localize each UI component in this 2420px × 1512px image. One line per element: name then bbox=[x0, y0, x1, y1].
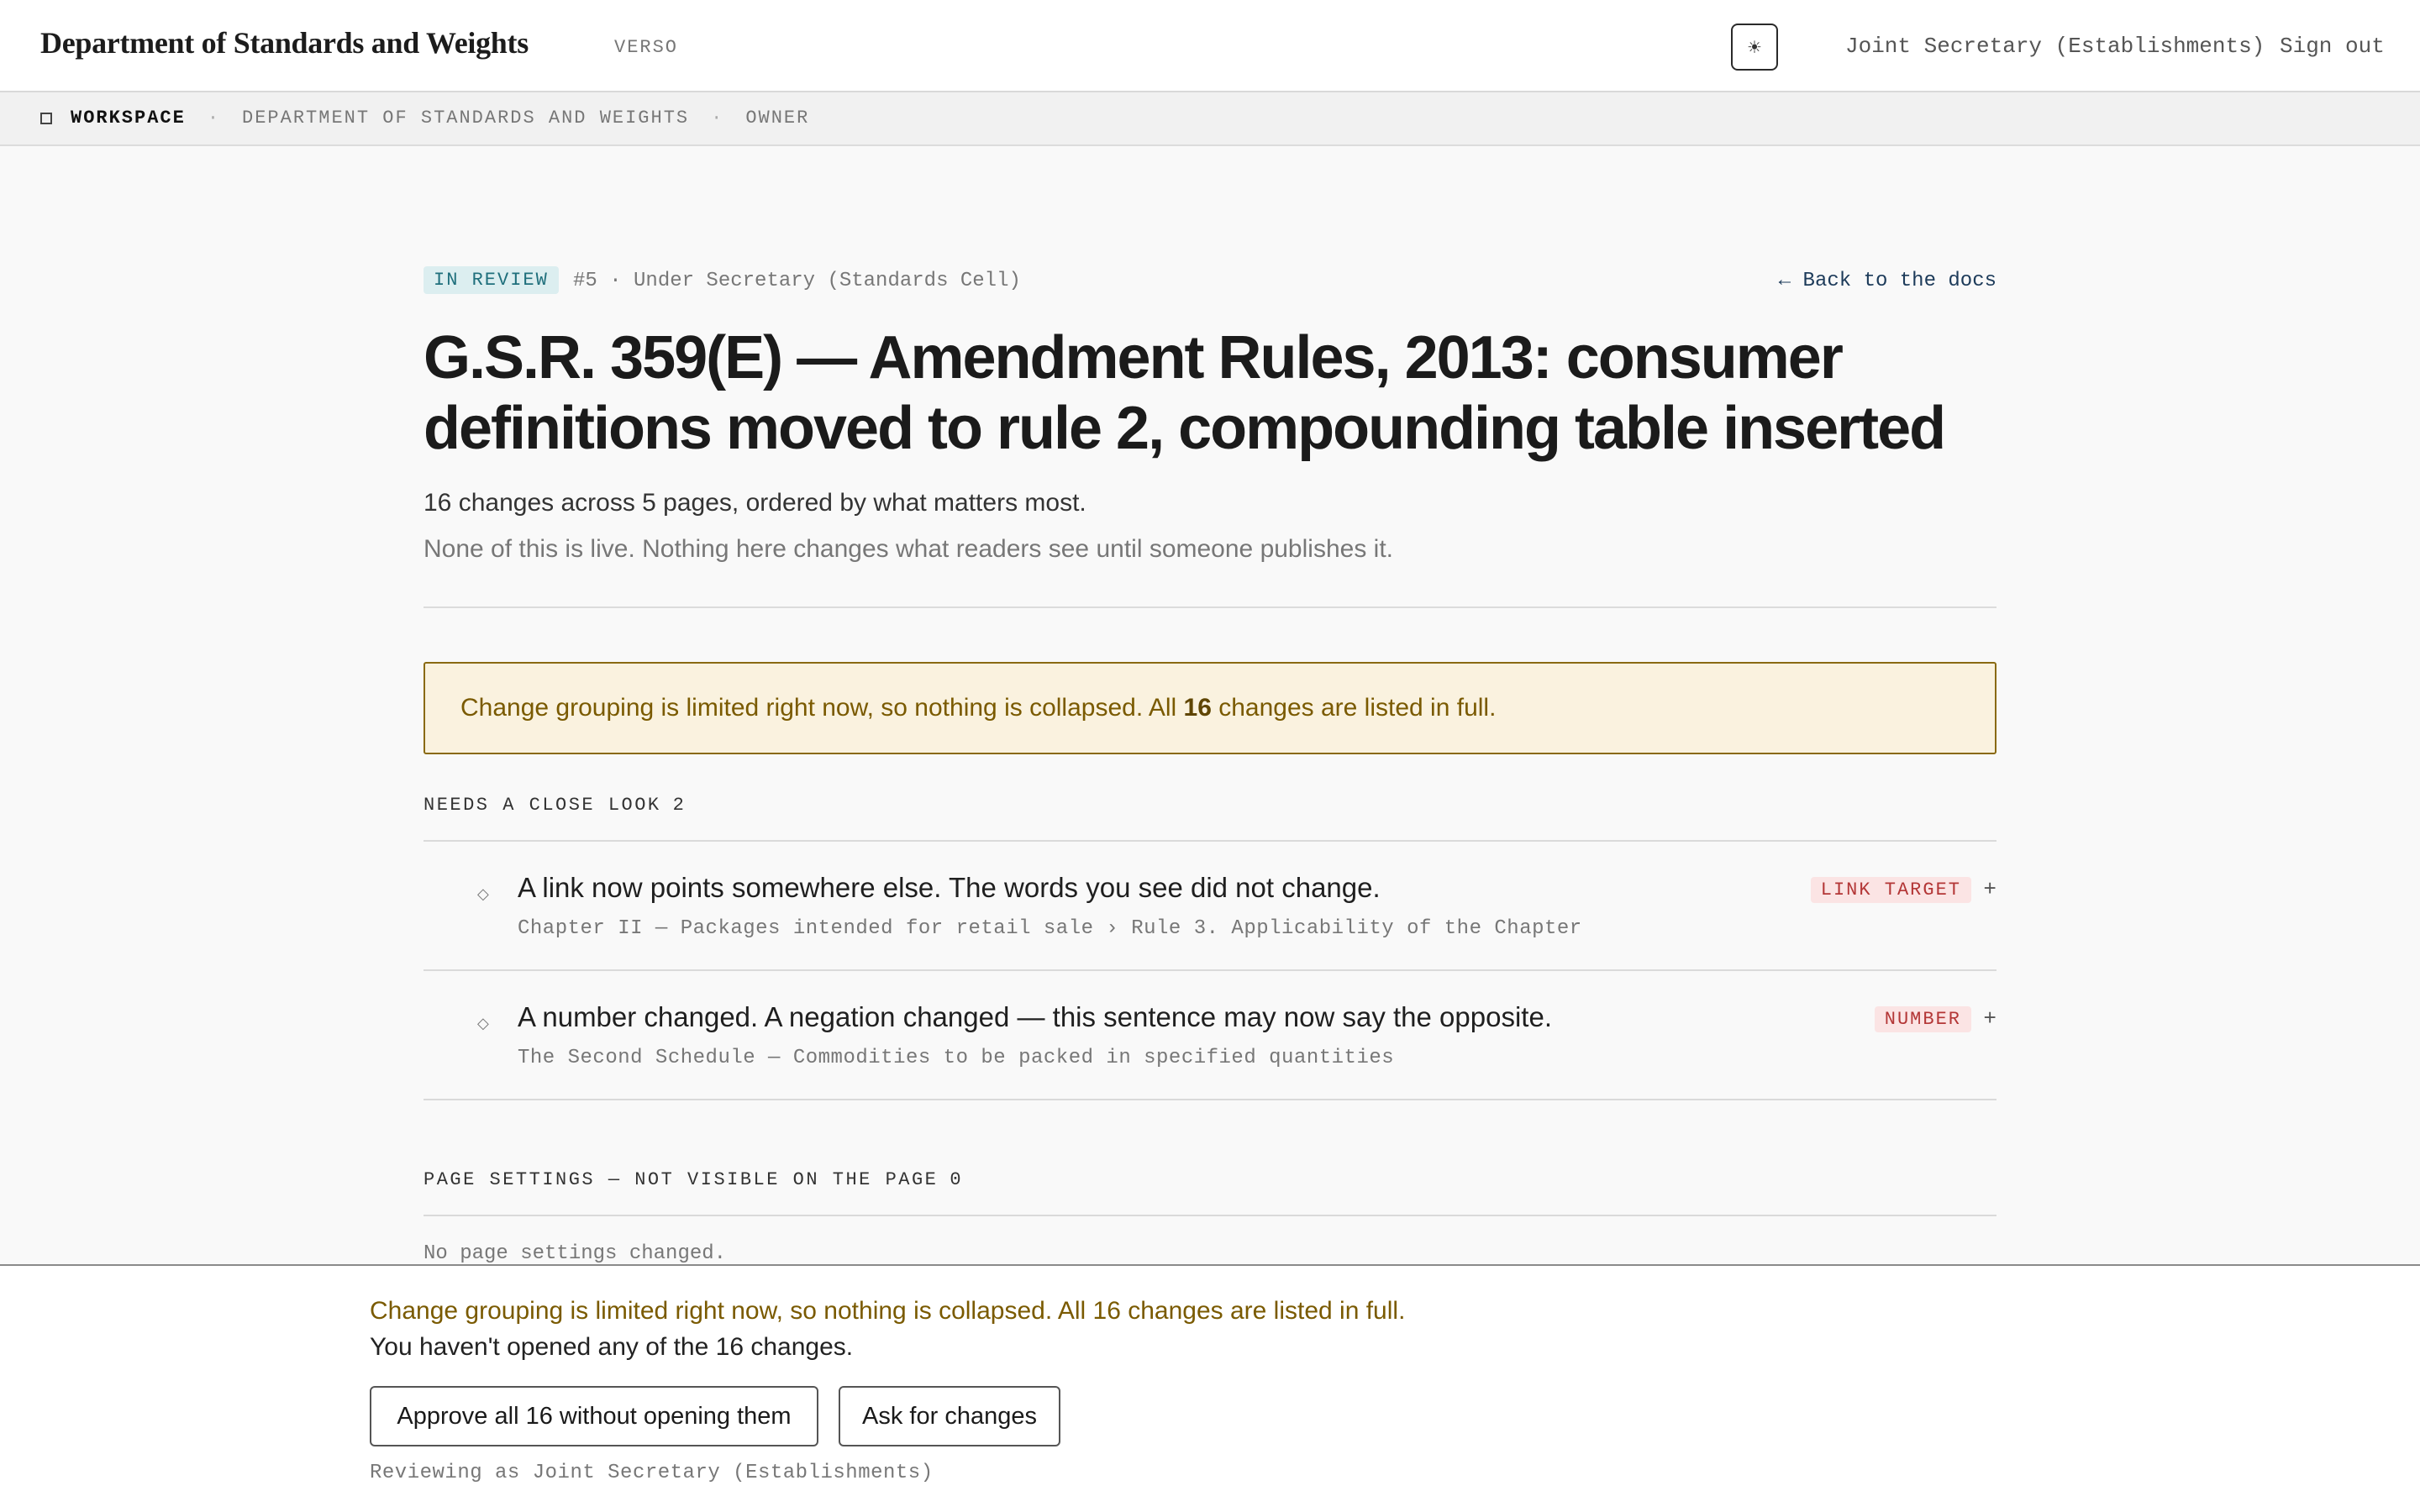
expand-icon[interactable]: + bbox=[1983, 1006, 1996, 1032]
change-location: Chapter II — Packages intended for retai… bbox=[518, 917, 1582, 940]
brand-subtitle: VERSO bbox=[614, 37, 679, 58]
change-title[interactable]: A link now points somewhere else. The wo… bbox=[518, 872, 1381, 904]
change-item[interactable]: ◇ A number changed. A negation changed —… bbox=[424, 971, 1996, 1099]
review-progress-status: You haven't opened any of the 16 changes… bbox=[370, 1333, 854, 1361]
breadcrumb-separator: · bbox=[207, 108, 221, 129]
page-settings-empty-note: No page settings changed. bbox=[424, 1242, 727, 1265]
change-type-tag: LINK TARGET bbox=[1810, 877, 1971, 903]
top-bar: Department of Standards and Weights VERS… bbox=[0, 0, 2420, 92]
divider bbox=[424, 1099, 1996, 1100]
not-live-note: None of this is live. Nothing here chang… bbox=[424, 535, 1393, 563]
grouping-warning-banner: Change grouping is limited right now, so… bbox=[424, 662, 1996, 754]
change-count: 16 bbox=[1183, 694, 1212, 722]
breadcrumb-department[interactable]: DEPARTMENT OF STANDARDS AND WEIGHTS bbox=[242, 108, 689, 129]
breadcrumb: WORKSPACE · DEPARTMENT OF STANDARDS AND … bbox=[40, 108, 809, 129]
change-location: The Second Schedule — Commodities to be … bbox=[518, 1047, 1395, 1069]
change-summary: 16 changes across 5 pages, ordered by wh… bbox=[424, 489, 1086, 517]
section-heading-page-settings: PAGE SETTINGS — NOT VISIBLE ON THE PAGE 0 bbox=[424, 1169, 964, 1190]
review-meta: #5 · Under Secretary (Standards Cell) bbox=[573, 270, 1021, 292]
status-badge: IN REVIEW bbox=[424, 266, 559, 294]
brand-title[interactable]: Department of Standards and Weights bbox=[40, 25, 529, 60]
breadcrumb-workspace[interactable]: WORKSPACE bbox=[71, 108, 186, 129]
review-action-bar: Change grouping is limited right now, so… bbox=[0, 1264, 2420, 1512]
change-item[interactable]: ◇ A link now points somewhere else. The … bbox=[424, 842, 1996, 969]
breadcrumb-separator: · bbox=[711, 108, 724, 129]
diamond-icon: ◇ bbox=[477, 885, 489, 902]
sun-icon: ☀ bbox=[1747, 38, 1762, 57]
workspace-square-icon bbox=[40, 112, 52, 124]
back-to-docs-link[interactable]: ← Back to the docs bbox=[1779, 270, 1996, 292]
grouping-warning-text: Change grouping is limited right now, so… bbox=[460, 694, 1497, 722]
section-heading-close-look: NEEDS A CLOSE LOOK 2 bbox=[424, 795, 687, 816]
diamond-icon: ◇ bbox=[477, 1015, 489, 1032]
approve-all-button[interactable]: Approve all 16 without opening them bbox=[370, 1386, 818, 1446]
page-title: G.S.R. 359(E) — Amendment Rules, 2013: c… bbox=[424, 324, 1946, 462]
theme-toggle-button[interactable]: ☀ bbox=[1731, 24, 1778, 71]
change-title[interactable]: A number changed. A negation changed — t… bbox=[518, 1001, 1552, 1033]
breadcrumb-role: OWNER bbox=[745, 108, 810, 129]
section-count: 2 bbox=[672, 795, 687, 816]
user-menu-link[interactable]: Joint Secretary (Establishments) bbox=[1845, 34, 2265, 59]
expand-icon[interactable]: + bbox=[1983, 877, 1996, 902]
sign-out-link[interactable]: Sign out bbox=[2280, 34, 2385, 59]
breadcrumb-bar: WORKSPACE · DEPARTMENT OF STANDARDS AND … bbox=[0, 92, 2420, 146]
reviewer-identity: Reviewing as Joint Secretary (Establishm… bbox=[370, 1462, 934, 1484]
review-meta-row: IN REVIEW #5 · Under Secretary (Standard… bbox=[424, 266, 1996, 300]
divider bbox=[424, 606, 1996, 608]
ask-for-changes-button[interactable]: Ask for changes bbox=[839, 1386, 1060, 1446]
divider bbox=[424, 1215, 1996, 1216]
change-type-tag: NUMBER bbox=[1874, 1006, 1971, 1032]
action-bar-warning: Change grouping is limited right now, so… bbox=[370, 1297, 1406, 1325]
section-count: 0 bbox=[950, 1169, 964, 1190]
